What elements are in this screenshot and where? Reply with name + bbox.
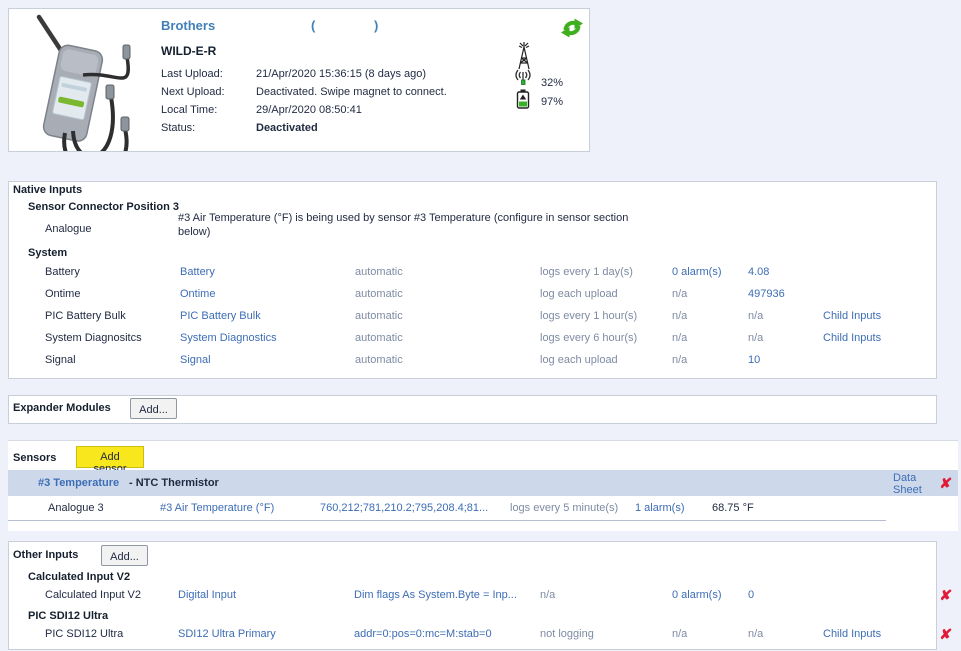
sensor-value: 68.75 °F	[712, 502, 754, 515]
refresh-icon[interactable]	[561, 17, 583, 39]
add-other-input-button[interactable]: Add...	[101, 545, 148, 566]
input-link[interactable]: System Diagnostics	[180, 332, 277, 345]
sensor-row-divider	[8, 520, 886, 521]
input-label: Signal	[45, 354, 76, 367]
other-inputs-title: Other Inputs	[13, 549, 78, 562]
sensor-input-link[interactable]: #3 Air Temperature (°F)	[160, 502, 274, 515]
input-schedule: logs every 6 hour(s)	[540, 332, 637, 345]
sensor-connector-group-title: Sensor Connector Position 3	[28, 201, 179, 214]
device-summary-panel: Brothers ( ) WILD-E-R Last Upload: 21/Ap…	[8, 8, 590, 152]
sensor-type-text: - NTC Thermistor	[129, 477, 219, 490]
station-paren-close: )	[374, 19, 378, 32]
input-label: Calculated Input V2	[45, 589, 141, 602]
input-value: n/a	[748, 628, 763, 641]
last-upload-value: 21/Apr/2020 15:36:15 (8 days ago)	[256, 68, 426, 81]
analogue-label: Analogue	[45, 223, 92, 236]
device-name: WILD-E-R	[161, 45, 216, 58]
analogue-description: #3 Air Temperature (°F) is being used by…	[178, 211, 640, 239]
input-value[interactable]: 4.08	[748, 266, 769, 279]
battery-icon	[516, 89, 530, 109]
signal-percent: 32%	[541, 77, 563, 90]
input-value[interactable]: 10	[748, 354, 760, 367]
input-mode: automatic	[355, 354, 403, 367]
input-label: System Diagnositcs	[45, 332, 142, 345]
input-value: n/a	[748, 310, 763, 323]
last-upload-label: Last Upload:	[161, 68, 223, 81]
status-value: Deactivated	[256, 122, 318, 135]
delete-input-icon[interactable]: ✘	[939, 627, 953, 641]
add-sensor-button[interactable]: Add sensor	[76, 446, 144, 468]
input-link[interactable]: Signal	[180, 354, 211, 367]
local-time-label: Local Time:	[161, 104, 217, 117]
device-configuration-page: Brothers ( ) WILD-E-R Last Upload: 21/Ap…	[0, 0, 961, 651]
input-schedule: log each upload	[540, 288, 618, 301]
next-upload-label: Next Upload:	[161, 86, 225, 99]
input-mode: automatic	[355, 332, 403, 345]
device-image	[17, 13, 157, 151]
sensor-name-link[interactable]: #3 Temperature	[38, 477, 119, 490]
input-alarms: n/a	[672, 310, 687, 323]
delete-input-icon[interactable]: ✘	[939, 588, 953, 602]
input-alarms-link[interactable]: 0 alarm(s)	[672, 266, 722, 279]
input-value[interactable]: 0	[748, 589, 754, 602]
input-value: n/a	[748, 332, 763, 345]
input-link[interactable]: Battery	[180, 266, 215, 279]
system-group-title: System	[28, 247, 67, 260]
input-config-link[interactable]: addr=0:pos=0:mc=M:stab=0	[354, 628, 492, 641]
input-value[interactable]: 497936	[748, 288, 785, 301]
input-alarms: n/a	[672, 332, 687, 345]
input-link[interactable]: SDI12 Ultra Primary	[178, 628, 276, 641]
input-label: PIC SDI12 Ultra	[45, 628, 123, 641]
data-sheet-link[interactable]: Data Sheet	[893, 472, 931, 496]
input-label: Battery	[45, 266, 80, 279]
input-mode: automatic	[355, 266, 403, 279]
sensor-alarms-link[interactable]: 1 alarm(s)	[635, 502, 685, 515]
input-alarms: n/a	[672, 288, 687, 301]
input-schedule: n/a	[540, 589, 555, 602]
sensor-calibration-link[interactable]: 760,212;781,210.2;795,208.4;81...	[320, 502, 488, 515]
other-input-group-title: Calculated Input V2	[28, 571, 130, 584]
input-link[interactable]: PIC Battery Bulk	[180, 310, 261, 323]
input-alarms: n/a	[672, 628, 687, 641]
status-label: Status:	[161, 122, 195, 135]
station-name: Brothers	[161, 19, 215, 32]
expander-modules-title: Expander Modules	[13, 402, 111, 415]
input-schedule: logs every 1 hour(s)	[540, 310, 637, 323]
input-mode: automatic	[355, 310, 403, 323]
native-inputs-title: Native Inputs	[13, 184, 82, 197]
local-time-value: 29/Apr/2020 08:50:41	[256, 104, 362, 117]
delete-sensor-icon[interactable]: ✘	[939, 476, 953, 490]
other-input-group-title: PIC SDI12 Ultra	[28, 610, 108, 623]
input-alarms: n/a	[672, 354, 687, 367]
child-inputs-link[interactable]: Child Inputs	[823, 310, 881, 323]
child-inputs-link[interactable]: Child Inputs	[823, 628, 881, 641]
signal-strength-icon	[512, 67, 534, 86]
battery-percent: 97%	[541, 96, 563, 109]
station-paren-open: (	[311, 19, 315, 32]
next-upload-value: Deactivated. Swipe magnet to connect.	[256, 86, 447, 99]
sensor-schedule: logs every 5 minute(s)	[510, 502, 618, 515]
input-label: Ontime	[45, 288, 80, 301]
input-config-link[interactable]: Dim flags As System.Byte = Inp...	[354, 589, 517, 602]
input-link[interactable]: Digital Input	[178, 589, 236, 602]
input-label: PIC Battery Bulk	[45, 310, 126, 323]
input-schedule: log each upload	[540, 354, 618, 367]
child-inputs-link[interactable]: Child Inputs	[823, 332, 881, 345]
input-schedule: not logging	[540, 628, 594, 641]
input-alarms-link[interactable]: 0 alarm(s)	[672, 589, 722, 602]
input-schedule: logs every 1 day(s)	[540, 266, 633, 279]
input-mode: automatic	[355, 288, 403, 301]
sensors-title: Sensors	[13, 452, 56, 465]
sensor-port: Analogue 3	[48, 502, 104, 515]
add-expander-module-button[interactable]: Add...	[130, 398, 177, 419]
input-link[interactable]: Ontime	[180, 288, 215, 301]
